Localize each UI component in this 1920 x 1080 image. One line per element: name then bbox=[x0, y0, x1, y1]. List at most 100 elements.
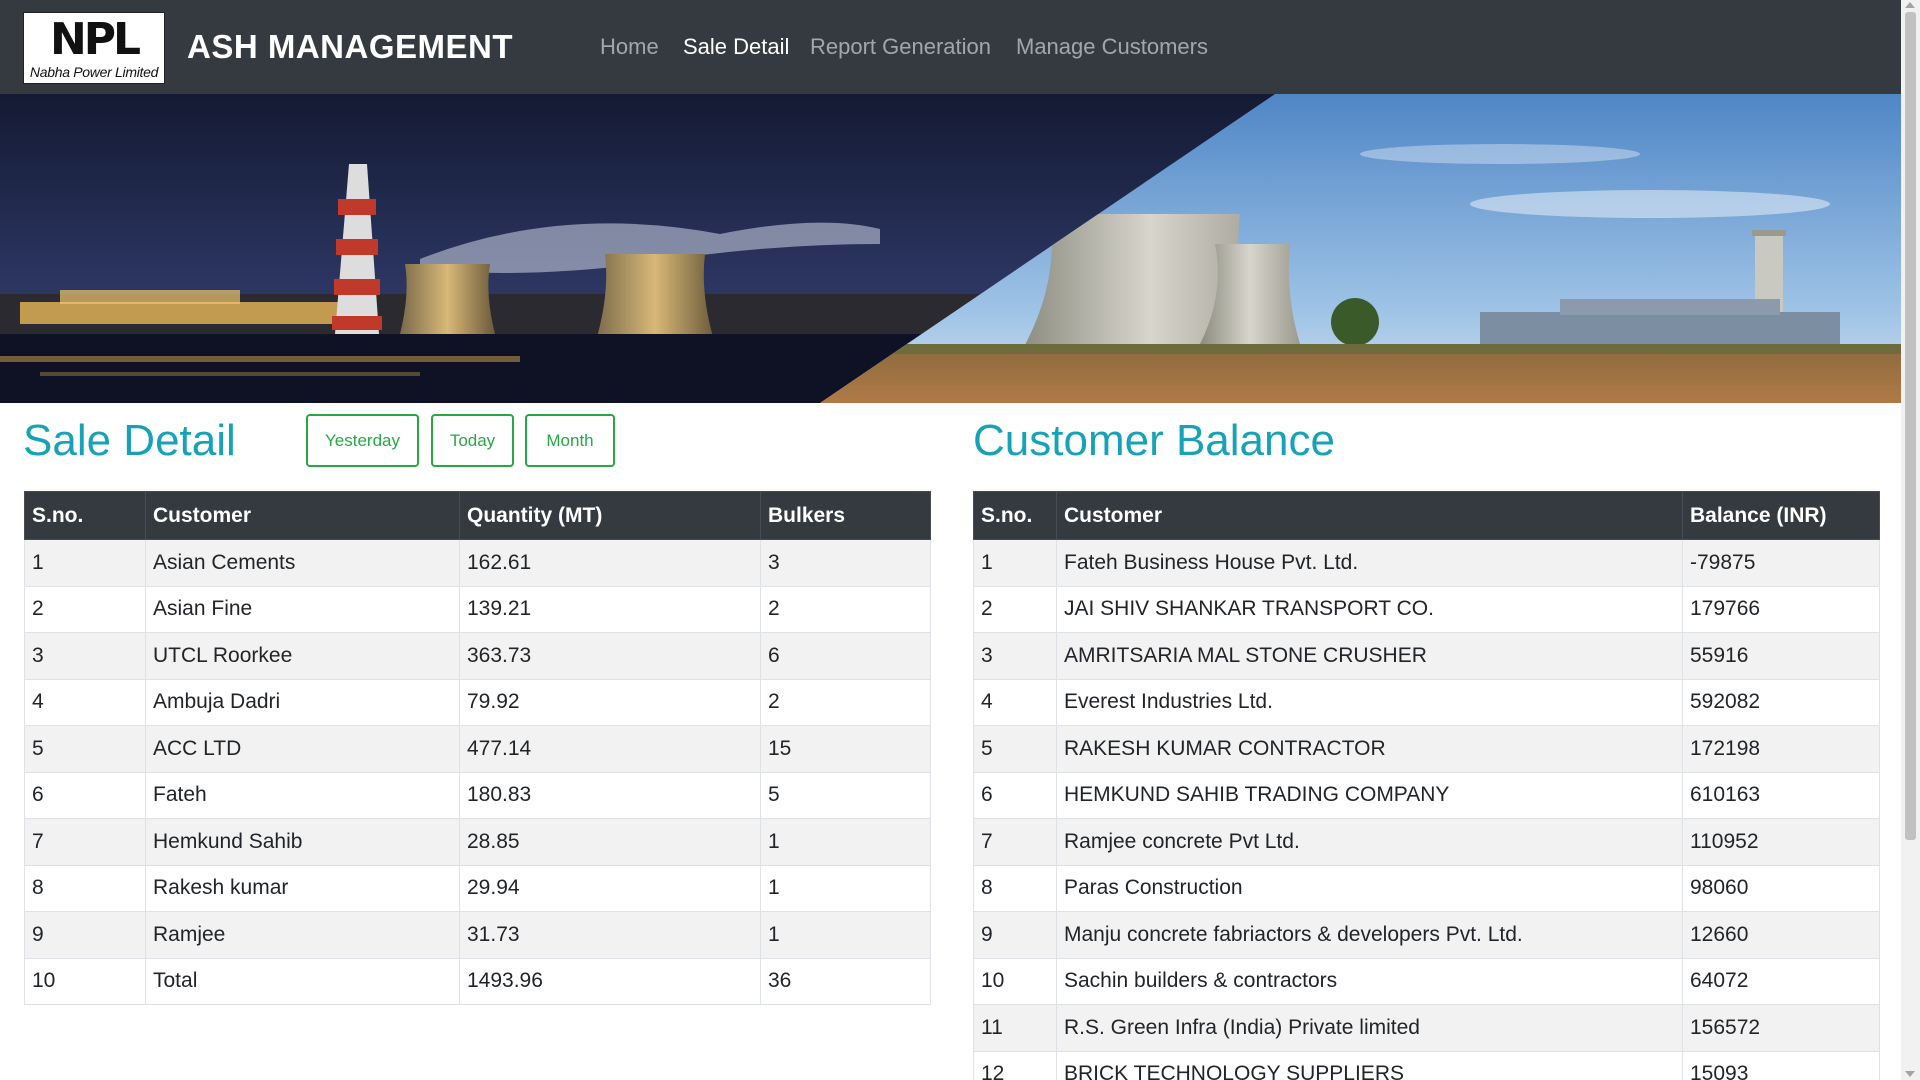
table-row: 4 Ambuja Dadri 79.92 2 bbox=[24, 678, 931, 726]
cell-bulkers: 2 bbox=[760, 678, 931, 726]
cell-customer: Fateh Business House Pvt. Ltd. bbox=[1056, 539, 1683, 587]
table-row: 12 BRICK TECHNOLOGY SUPPLIERS 15093 bbox=[973, 1050, 1880, 1080]
cell-customer: Asian Fine bbox=[145, 585, 460, 633]
cell-bulkers: 36 bbox=[760, 957, 931, 1005]
cell-sno: 2 bbox=[973, 585, 1057, 633]
npl-logo[interactable]: NPL Nabha Power Limited bbox=[23, 12, 165, 84]
filter-yesterday-button[interactable]: Yesterday bbox=[306, 414, 419, 467]
cell-sno: 10 bbox=[973, 957, 1057, 1005]
cell-balance: 98060 bbox=[1682, 864, 1880, 912]
cell-bulkers: 15 bbox=[760, 725, 931, 773]
cell-sno: 10 bbox=[24, 957, 146, 1005]
cell-sno: 9 bbox=[973, 911, 1057, 959]
nav-link-home[interactable]: Home bbox=[600, 34, 659, 60]
cell-customer: BRICK TECHNOLOGY SUPPLIERS bbox=[1056, 1050, 1683, 1080]
nav-link-report-generation[interactable]: Report Generation bbox=[810, 34, 991, 60]
cell-balance: 610163 bbox=[1682, 771, 1880, 819]
cell-bulkers: 2 bbox=[760, 585, 931, 633]
cell-customer: ACC LTD bbox=[145, 725, 460, 773]
scroll-down-arrow-icon[interactable] bbox=[1905, 1071, 1915, 1077]
cell-sno: 7 bbox=[24, 818, 146, 866]
logo-subtitle: Nabha Power Limited bbox=[29, 64, 159, 80]
cell-bulkers: 3 bbox=[760, 539, 931, 587]
cell-balance: 156572 bbox=[1682, 1004, 1880, 1052]
cell-customer: Everest Industries Ltd. bbox=[1056, 678, 1683, 726]
hero-banner-image bbox=[0, 94, 1901, 403]
nav-link-manage-customers[interactable]: Manage Customers bbox=[1016, 34, 1208, 60]
logo-mark: NPL bbox=[49, 14, 141, 65]
table-row: 5 RAKESH KUMAR CONTRACTOR 172198 bbox=[973, 725, 1880, 773]
cell-quantity: 29.94 bbox=[459, 864, 761, 912]
cell-bulkers: 5 bbox=[760, 771, 931, 819]
table-row: 3 AMRITSARIA MAL STONE CRUSHER 55916 bbox=[973, 632, 1880, 680]
cell-quantity: 31.73 bbox=[459, 911, 761, 959]
cell-sno: 8 bbox=[973, 864, 1057, 912]
cell-sno: 12 bbox=[973, 1050, 1057, 1080]
cell-sno: 5 bbox=[24, 725, 146, 773]
page-scrollbar[interactable] bbox=[1901, 0, 1920, 1080]
cell-balance: 172198 bbox=[1682, 725, 1880, 773]
cell-quantity: 180.83 bbox=[459, 771, 761, 819]
cell-sno: 6 bbox=[973, 771, 1057, 819]
cell-sno: 8 bbox=[24, 864, 146, 912]
cell-quantity: 139.21 bbox=[459, 585, 761, 633]
cell-bulkers: 1 bbox=[760, 864, 931, 912]
cell-customer: AMRITSARIA MAL STONE CRUSHER bbox=[1056, 632, 1683, 680]
table-row: 2 JAI SHIV SHANKAR TRANSPORT CO. 179766 bbox=[973, 585, 1880, 633]
column-header: S.no. bbox=[973, 491, 1057, 540]
cell-sno: 4 bbox=[973, 678, 1057, 726]
table-row: 11 R.S. Green Infra (India) Private limi… bbox=[973, 1004, 1880, 1052]
cell-quantity: 477.14 bbox=[459, 725, 761, 773]
cell-sno: 2 bbox=[24, 585, 146, 633]
cell-bulkers: 1 bbox=[760, 818, 931, 866]
cell-sno: 9 bbox=[24, 911, 146, 959]
app-brand-title[interactable]: ASH MANAGEMENT bbox=[187, 28, 513, 66]
cell-quantity: 1493.96 bbox=[459, 957, 761, 1005]
cell-customer: Manju concrete fabriactors & developers … bbox=[1056, 911, 1683, 959]
page: NPL Nabha Power Limited ASH MANAGEMENT H… bbox=[0, 0, 1901, 1080]
filter-month-button[interactable]: Month bbox=[525, 414, 615, 467]
customer-balance-table: S.no. Customer Balance (INR) 1 Fateh Bus… bbox=[973, 491, 1880, 1080]
table-header-row: S.no. Customer Balance (INR) bbox=[973, 491, 1880, 540]
nav-link-sale-detail[interactable]: Sale Detail bbox=[683, 34, 789, 60]
table-row: 8 Rakesh kumar 29.94 1 bbox=[24, 864, 931, 912]
cell-sno: 5 bbox=[973, 725, 1057, 773]
cell-customer: JAI SHIV SHANKAR TRANSPORT CO. bbox=[1056, 585, 1683, 633]
cell-customer: Rakesh kumar bbox=[145, 864, 460, 912]
customer-balance-title: Customer Balance bbox=[973, 416, 1335, 465]
cell-balance: 64072 bbox=[1682, 957, 1880, 1005]
table-row: 5 ACC LTD 477.14 15 bbox=[24, 725, 931, 773]
table-row: 1 Asian Cements 162.61 3 bbox=[24, 539, 931, 587]
cell-sno: 3 bbox=[973, 632, 1057, 680]
cell-customer: Ramjee bbox=[145, 911, 460, 959]
column-header: Quantity (MT) bbox=[459, 491, 761, 540]
cell-customer: HEMKUND SAHIB TRADING COMPANY bbox=[1056, 771, 1683, 819]
scroll-up-arrow-icon[interactable] bbox=[1905, 2, 1915, 8]
cell-quantity: 79.92 bbox=[459, 678, 761, 726]
filter-today-button[interactable]: Today bbox=[431, 414, 514, 467]
table-row-total: 10 Total 1493.96 36 bbox=[24, 957, 931, 1005]
cell-balance: 55916 bbox=[1682, 632, 1880, 680]
scrollbar-thumb[interactable] bbox=[1905, 12, 1916, 840]
cell-bulkers: 6 bbox=[760, 632, 931, 680]
cell-sno: 3 bbox=[24, 632, 146, 680]
cell-sno: 1 bbox=[24, 539, 146, 587]
column-header: Customer bbox=[1056, 491, 1683, 540]
sale-detail-table: S.no. Customer Quantity (MT) Bulkers 1 A… bbox=[24, 491, 931, 1005]
cell-balance: 592082 bbox=[1682, 678, 1880, 726]
table-row: 4 Everest Industries Ltd. 592082 bbox=[973, 678, 1880, 726]
cell-balance: -79875 bbox=[1682, 539, 1880, 587]
cell-customer: RAKESH KUMAR CONTRACTOR bbox=[1056, 725, 1683, 773]
table-row: 10 Sachin builders & contractors 64072 bbox=[973, 957, 1880, 1005]
cell-balance: 15093 bbox=[1682, 1050, 1880, 1080]
table-row: 9 Ramjee 31.73 1 bbox=[24, 911, 931, 959]
column-header: Bulkers bbox=[760, 491, 931, 540]
column-header: S.no. bbox=[24, 491, 146, 540]
cell-balance: 110952 bbox=[1682, 818, 1880, 866]
cell-customer: Total bbox=[145, 957, 460, 1005]
column-header: Balance (INR) bbox=[1682, 491, 1880, 540]
top-navbar: NPL Nabha Power Limited ASH MANAGEMENT H… bbox=[0, 0, 1901, 94]
cell-customer: UTCL Roorkee bbox=[145, 632, 460, 680]
power-plant-illustration bbox=[0, 94, 1901, 403]
cell-quantity: 363.73 bbox=[459, 632, 761, 680]
